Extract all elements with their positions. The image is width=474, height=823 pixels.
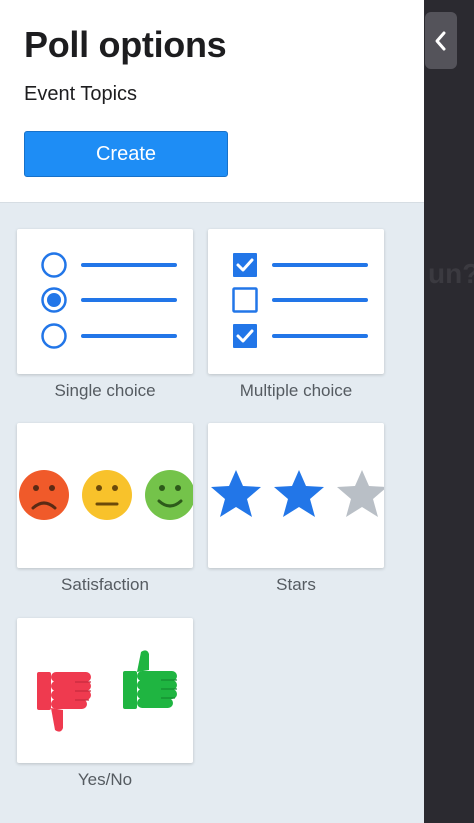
thumbs-down-icon [37,672,91,732]
chevron-left-icon [435,31,446,50]
single-choice-label: Single choice [54,381,156,400]
stars-label: Stars [276,575,316,594]
page-title: Poll options [24,24,227,65]
satisfaction-faces-icon [19,470,193,520]
event-subtitle: Event Topics [24,83,138,105]
stars-icon [211,470,384,517]
star-empty-icon [337,470,384,517]
thumbs-up-icon [123,650,177,709]
poll-type-stars[interactable] [208,423,384,568]
background-text-fragment: un? [428,258,474,289]
sad-face-icon [19,470,69,520]
happy-face-icon [145,470,193,520]
poll-type-single-choice[interactable] [17,229,193,374]
single-choice-icon [41,252,177,349]
yes-no-label: Yes/No [77,770,133,789]
satisfaction-label: Satisfaction [61,575,149,594]
poll-type-yes-no[interactable] [17,618,193,763]
thumbs-icon [37,650,177,732]
panel-header: Poll options Event Topics Create [0,0,424,203]
poll-options-panel: Poll options Event Topics Create Single … [0,0,424,823]
poll-type-multiple-choice[interactable] [208,229,384,374]
create-button[interactable]: Create [24,131,228,177]
star-filled-icon [274,470,324,517]
star-filled-icon [211,470,261,517]
multiple-choice-icon [232,253,368,348]
poll-type-satisfaction[interactable] [17,423,193,568]
multiple-choice-label: Multiple choice [239,381,353,400]
neutral-face-icon [82,470,132,520]
background-content [424,0,474,823]
collapse-panel-button[interactable] [425,12,457,69]
